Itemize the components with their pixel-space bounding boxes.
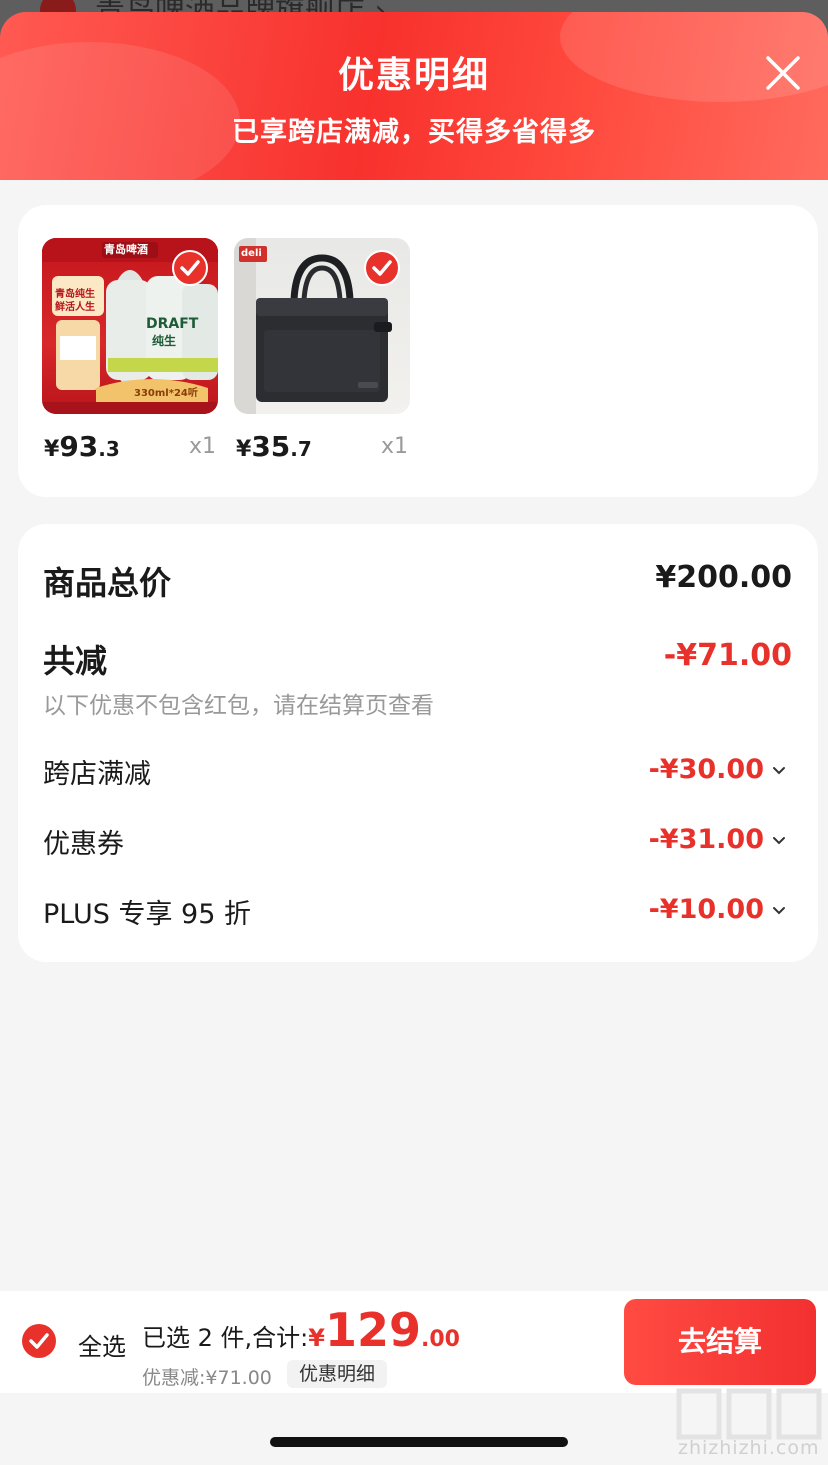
discount-detail-button[interactable]: 优惠明细: [287, 1360, 388, 1388]
total-price-value: ¥200.00: [655, 560, 792, 595]
close-button[interactable]: [760, 50, 806, 96]
total-price-label: 商品总价: [43, 564, 172, 602]
checkmark-icon: [29, 1333, 49, 1349]
discount-value: -¥30.00: [648, 754, 764, 785]
product-can-text-cn: 纯生: [152, 334, 177, 348]
total-reduction-label: 共减: [43, 642, 108, 680]
checkout-button[interactable]: 去结算: [624, 1299, 816, 1385]
product-can-text: DRAFT: [146, 316, 199, 332]
chevron-down-icon: [773, 766, 785, 774]
watermark-site-text: zhizhizhi.com: [678, 1437, 820, 1459]
product-quantity: x1: [188, 434, 216, 459]
discount-label-cross-store: 跨店满减: [43, 759, 151, 790]
price-summary-card: 商品总价 ¥200.00 共减 -¥71.00 以下优惠不包含红包，请在结算页查…: [18, 524, 818, 962]
select-all-label[interactable]: 全选: [78, 1327, 126, 1362]
product-quantity: x1: [380, 434, 408, 459]
total-decimal: .00: [420, 1327, 460, 1352]
product-item-bag[interactable]: deli ¥35.7 x1: [234, 238, 410, 463]
product-brand: 青岛啤酒: [104, 243, 148, 256]
product-item-beer[interactable]: 青岛啤酒 青岛纯生 鲜活人生 DRAFT 纯生 330ml*24听 ¥93.3 …: [42, 238, 218, 463]
total-reduction-value: -¥71.00: [663, 638, 792, 673]
selected-total: 已选 2 件,合计:¥129.00: [142, 1303, 460, 1357]
total-symbol: ¥: [308, 1324, 325, 1352]
discount-summary-text: 优惠减:¥71.00: [142, 1367, 272, 1389]
sheet-subtitle: 已享跨店满减，买得多省得多: [232, 117, 596, 148]
discount-note: 以下优惠不包含红包，请在结算页查看: [43, 693, 434, 719]
product-price: ¥35.7: [236, 430, 312, 463]
product-brand: deli: [241, 248, 262, 259]
product-thumbnail: 青岛啤酒 青岛纯生 鲜活人生 DRAFT 纯生 330ml*24听: [42, 238, 218, 414]
close-icon: [766, 56, 800, 90]
checkmark-icon: [372, 260, 392, 276]
product-selected-check[interactable]: [172, 250, 208, 286]
discount-value: -¥31.00: [648, 824, 764, 855]
discount-value: -¥10.00: [648, 894, 764, 925]
product-thumbnail: deli: [234, 238, 410, 414]
selected-count-text: 已选 2 件,合计:: [142, 1324, 309, 1352]
discount-row-cross-store[interactable]: -¥30.00: [649, 754, 788, 785]
total-integer: 129: [324, 1303, 421, 1357]
home-indicator[interactable]: [270, 1437, 568, 1447]
discount-sheet-header: 优惠明细 已享跨店满减，买得多省得多: [0, 12, 828, 180]
discount-row-plus[interactable]: -¥10.00: [649, 894, 788, 925]
chevron-down-icon: [773, 836, 785, 844]
checkout-bar: 全选 已选 2 件,合计:¥129.00 优惠减:¥71.00 优惠明细 去结算: [0, 1291, 828, 1393]
product-price: ¥93.3: [44, 430, 120, 463]
chevron-down-icon: [773, 906, 785, 914]
discount-row-coupon[interactable]: -¥31.00: [649, 824, 788, 855]
sheet-title: 优惠明细: [337, 55, 490, 96]
products-card: 青岛啤酒 青岛纯生 鲜活人生 DRAFT 纯生 330ml*24听 ¥93.3 …: [18, 205, 818, 497]
product-badge-line2: 鲜活人生: [55, 302, 95, 313]
product-selected-check[interactable]: [364, 250, 400, 286]
discount-label-coupon: 优惠券: [43, 829, 124, 860]
select-all-checkbox[interactable]: [22, 1324, 56, 1358]
product-spec: 330ml*24听: [134, 388, 198, 399]
discount-label-plus: PLUS 专享 95 折: [43, 899, 251, 930]
checkmark-icon: [180, 260, 200, 276]
